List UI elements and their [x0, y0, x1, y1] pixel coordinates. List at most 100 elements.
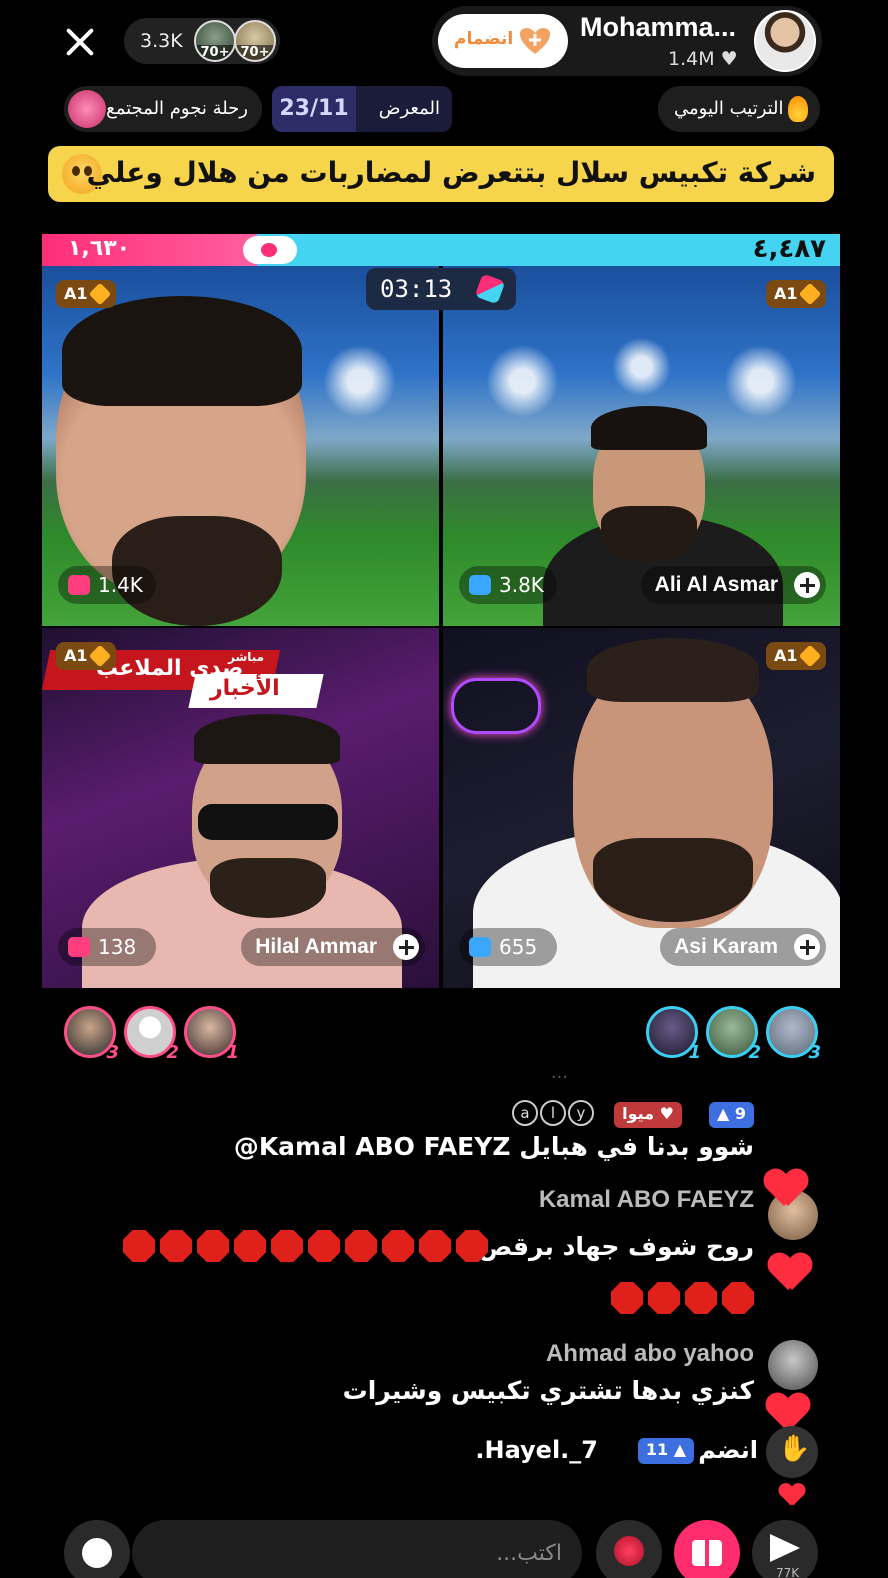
faded-chat-message: ... — [550, 1062, 568, 1083]
level-value: 11 — [645, 1440, 669, 1459]
stop-sign-icon — [123, 1230, 155, 1262]
top-supporter-avatar[interactable]: 3 — [64, 1006, 119, 1063]
rank-badge-label: A1 — [774, 284, 798, 303]
community-stars-chip[interactable]: رحلة نجوم المجتمع — [64, 86, 262, 132]
points-icon — [68, 937, 90, 957]
guest-video-tile[interactable]: A1 1.4K — [42, 266, 439, 626]
smiley-icon — [82, 1538, 112, 1568]
host-likes-value: 1.4M — [668, 48, 715, 70]
level-value: 9 — [734, 1104, 746, 1123]
viewer-level-badge: 70+ — [196, 45, 234, 60]
level-badge: ▲ 9 — [708, 1102, 754, 1128]
points-value: 138 — [98, 935, 137, 959]
supporter-rank: 1 — [226, 1042, 239, 1063]
gift-button[interactable] — [674, 1520, 740, 1578]
share-count: 77K — [776, 1566, 800, 1578]
stop-emoji-row — [494, 1230, 754, 1264]
share-button[interactable]: 77K — [752, 1520, 818, 1578]
follow-plus-icon[interactable] — [393, 934, 419, 960]
top-supporter-avatar[interactable]: 3 — [766, 1006, 821, 1063]
follow-plus-icon[interactable] — [794, 934, 820, 960]
rank-badge: A1 — [766, 642, 826, 670]
guest-beard — [593, 838, 753, 922]
daily-ranking-label: الترتيب اليومي — [674, 98, 784, 119]
host-name: Mohamma... — [580, 12, 737, 42]
daily-ranking-chip[interactable]: الترتيب اليومي — [658, 86, 820, 132]
host-info: انضمام Mohamma... 1.4M ♥ — [432, 6, 822, 76]
gallery-label: المعرض — [378, 98, 440, 119]
viewer-count-pill[interactable]: 3.3K 70+ 70+ — [124, 18, 280, 64]
follow-plus-icon[interactable] — [794, 572, 820, 598]
diamond-icon — [88, 282, 112, 306]
guest-video-tile[interactable]: A1 655 Asi Karam — [443, 628, 840, 988]
supporter-rank: 1 — [688, 1042, 701, 1063]
stop-sign-icon — [382, 1230, 414, 1262]
stop-sign-icon — [271, 1230, 303, 1262]
comment-input[interactable] — [152, 1534, 562, 1572]
timer-value: 03:13 — [380, 275, 453, 303]
supporter-rank: 3 — [808, 1042, 821, 1063]
battle-icon — [474, 273, 506, 305]
left-team-progress: ١,٦٣٠ — [42, 234, 257, 266]
gift-icon — [68, 90, 106, 128]
top-viewer-avatar[interactable]: 70+ — [234, 20, 276, 62]
guest-video-tile[interactable]: A1 3.8K Ali Al Asmar — [443, 266, 840, 626]
name-ring-letter: y — [568, 1100, 594, 1126]
host-likes: 1.4M ♥ — [668, 48, 738, 70]
stop-sign-icon — [685, 1282, 717, 1314]
wave-hand-button[interactable] — [766, 1426, 818, 1478]
guest-name-pill[interactable]: Ali Al Asmar — [640, 566, 826, 604]
chat-username: Ahmad abo yahoo — [545, 1340, 754, 1367]
guest-name: Hilal Ammar — [255, 935, 377, 958]
gallery-chip[interactable]: 23/11 المعرض — [272, 86, 452, 132]
top-supporter-avatar[interactable]: 2 — [706, 1006, 761, 1063]
diamond-icon — [798, 282, 822, 306]
pinned-banner: شركة تكبيس سلال بتتعرض لمضاربات من هلال … — [48, 146, 834, 202]
supporter-rank: 2 — [166, 1042, 179, 1063]
points-value: 655 — [499, 935, 538, 959]
host-avatar[interactable] — [754, 10, 816, 72]
comment-input-box[interactable] — [132, 1520, 582, 1578]
rank-badge: A1 — [56, 642, 116, 670]
emoji-button[interactable] — [64, 1520, 130, 1578]
guest-name: Asi Karam — [674, 935, 778, 958]
diamond-icon — [88, 644, 112, 668]
rank-badge: A1 — [766, 280, 826, 308]
stop-sign-icon — [345, 1230, 377, 1262]
join-notice-label: انضم — [698, 1436, 758, 1464]
points-icon — [469, 575, 491, 595]
news-subtitle: الأخبار — [210, 676, 280, 701]
rank-badge-label: A1 — [64, 646, 88, 665]
rank-badge-label: A1 — [774, 646, 798, 665]
level-badge: ▲ 11 — [637, 1438, 694, 1464]
top-supporter-avatar[interactable]: 1 — [646, 1006, 701, 1063]
guest-name: Ali Al Asmar — [654, 573, 778, 596]
banner-text: شركة تكبيس سلال بتتعرض لمضاربات من هلال … — [86, 156, 816, 189]
chat-username: Kamal ABO FAEYZ — [538, 1186, 754, 1213]
name-ring-letter: a — [512, 1100, 538, 1126]
viewer-level-badge: 70+ — [236, 45, 274, 60]
stop-sign-icon — [308, 1230, 340, 1262]
guest-beard — [601, 506, 697, 562]
top-viewer-avatar[interactable]: 70+ — [194, 20, 236, 62]
join-button[interactable]: انضمام — [438, 14, 568, 68]
rose-gift-button[interactable] — [596, 1520, 662, 1578]
top-supporter-avatar[interactable]: 2 — [124, 1006, 179, 1063]
fire-icon — [788, 96, 808, 122]
guest-video-tile[interactable]: مباشر صدى الملاعب الأخبار A1 138 Hilal A… — [42, 628, 439, 988]
join-notice: انضم ▲ 11 .Hayel._7 — [428, 1436, 758, 1470]
gift-box-icon — [692, 1540, 722, 1566]
chat-user-avatar[interactable] — [768, 1340, 818, 1390]
stop-sign-icon — [611, 1282, 643, 1314]
share-arrow-icon — [770, 1534, 800, 1562]
heart-icon — [764, 1170, 808, 1210]
points-pill: 3.8K — [459, 566, 557, 604]
points-pill: 655 — [459, 928, 557, 966]
top-supporter-avatar[interactable]: 1 — [184, 1006, 239, 1063]
guest-name-pill[interactable]: Hilal Ammar — [241, 928, 425, 966]
guest-name-pill[interactable]: Asi Karam — [660, 928, 826, 966]
joined-username: .Hayel._7 — [475, 1436, 598, 1464]
points-icon — [68, 575, 90, 595]
join-label: انضمام — [454, 29, 514, 49]
close-icon[interactable] — [60, 22, 100, 62]
